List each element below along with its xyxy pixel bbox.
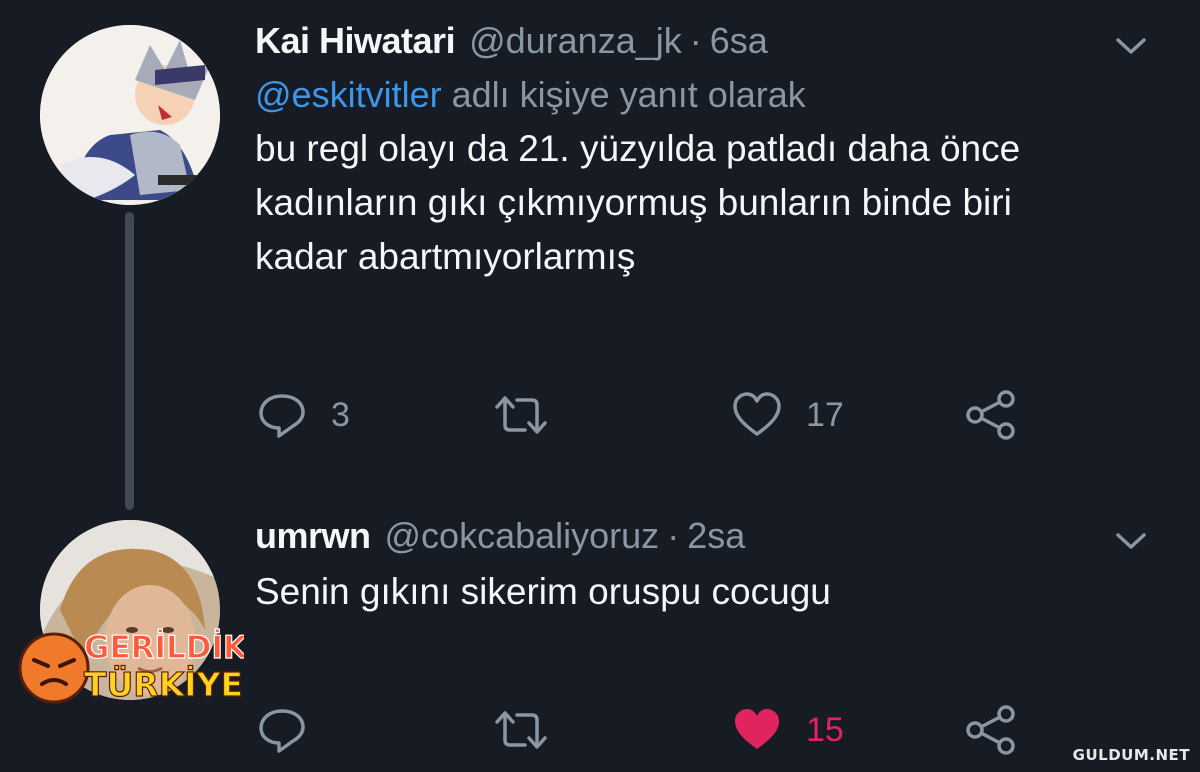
- tweet-header: umrwn @cokcabaliyoruz · 2sa: [255, 515, 1160, 557]
- tweet-header: Kai Hiwatari @duranza_jk · 6sa: [255, 20, 1160, 62]
- chevron-down-icon[interactable]: [1114, 34, 1148, 58]
- tweet-text: Senin gıkını sikerim oruspu cocugu: [255, 565, 1160, 619]
- reply-context: @eskitvitler adlı kişiye yanıt olarak: [255, 74, 1160, 116]
- logo-text-line2: TÜRKİYE: [84, 664, 243, 704]
- like-count: 15: [806, 710, 844, 749]
- like-button[interactable]: 15: [730, 700, 844, 760]
- like-icon: [735, 709, 779, 749]
- site-watermark: GULDUM.NET: [1072, 746, 1190, 764]
- tweet-text-line: Senin gıkını sikerim oruspu cocugu: [255, 571, 831, 612]
- retweet-icon: [495, 396, 547, 434]
- like-count: 17: [806, 395, 844, 434]
- tweet-text-line: kadınların gıkı çıkmıyormuş bunların bin…: [255, 182, 1012, 223]
- reply-button[interactable]: 3: [255, 385, 350, 445]
- tweet-actions: 3 17: [255, 385, 1035, 445]
- thread-connector-line: [125, 212, 134, 510]
- tweet-text-line: kadar abartmıyorlarmış: [255, 236, 636, 277]
- timestamp[interactable]: 2sa: [687, 515, 745, 557]
- logo-text-line1: GERİLDİK: [84, 630, 244, 666]
- reply-button[interactable]: [255, 700, 331, 760]
- display-name[interactable]: umrwn: [255, 515, 371, 557]
- retweet-button[interactable]: [493, 700, 549, 760]
- reply-icon: [259, 709, 305, 753]
- like-icon: [733, 392, 781, 436]
- separator-dot: ·: [689, 20, 702, 61]
- share-button[interactable]: [965, 700, 1017, 760]
- share-icon: [966, 705, 1015, 755]
- reply-count: 3: [331, 395, 350, 434]
- timestamp[interactable]: 6sa: [710, 20, 768, 62]
- tweet-actions: 15: [255, 700, 1035, 760]
- display-name[interactable]: Kai Hiwatari: [255, 20, 456, 62]
- tweet-umrwn[interactable]: umrwn @cokcabaliyoruz · 2sa Senin gıkını…: [255, 515, 1160, 619]
- chevron-down-icon[interactable]: [1114, 529, 1148, 553]
- avatar-anime-illustration: [40, 25, 220, 205]
- reply-mention-link[interactable]: @eskitvitler: [255, 74, 442, 115]
- separator-dot: ·: [667, 515, 680, 556]
- retweet-button[interactable]: [493, 385, 549, 445]
- tweet-kai-hiwatari[interactable]: Kai Hiwatari @duranza_jk · 6sa @eskitvit…: [255, 20, 1160, 284]
- share-icon: [966, 390, 1015, 440]
- tweet-text: bu regl olayı da 21. yüzyılda patladı da…: [255, 122, 1160, 284]
- avatar-kai-hiwatari[interactable]: [40, 25, 220, 205]
- gerildik-turkiye-logo: GERİLDİK TÜRKİYE: [18, 629, 244, 705]
- user-handle[interactable]: @cokcabaliyoruz: [385, 515, 660, 557]
- share-button[interactable]: [965, 385, 1017, 445]
- like-button[interactable]: 17: [730, 385, 844, 445]
- tweet-text-line: bu regl olayı da 21. yüzyılda patladı da…: [255, 128, 1021, 169]
- retweet-icon: [495, 711, 547, 749]
- reply-context-text: adlı kişiye yanıt olarak: [451, 74, 806, 115]
- user-handle[interactable]: @duranza_jk: [469, 20, 682, 62]
- reply-icon: [259, 394, 305, 438]
